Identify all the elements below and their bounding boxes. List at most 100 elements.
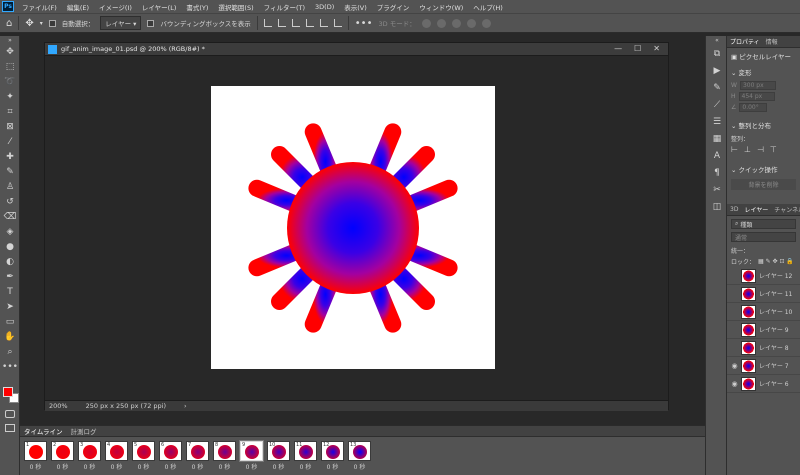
frame-thumbnail[interactable]: 7 <box>186 441 209 461</box>
transform-section-header[interactable]: ⌄ 変形 <box>727 64 800 80</box>
align-left-icon[interactable]: ⊢ <box>731 145 738 154</box>
frame-delay[interactable]: 0 秒 <box>219 462 231 471</box>
eyedropper-tool-icon[interactable]: ⁄ <box>0 134 20 149</box>
menu-layer[interactable]: レイヤー(L) <box>137 2 182 12</box>
layer-row[interactable]: レイヤー 9 <box>727 321 800 339</box>
paint-bucket-tool-icon[interactable]: ◈ <box>0 224 20 239</box>
frame-delay[interactable]: 0 秒 <box>300 462 312 471</box>
timeline-frame[interactable]: 9 0 秒 <box>240 441 263 471</box>
clone-stamp-tool-icon[interactable]: ♙ <box>0 179 20 194</box>
path-selection-tool-icon[interactable]: ➤ <box>0 299 20 314</box>
history-brush-tool-icon[interactable]: ↺ <box>0 194 20 209</box>
timeline-frame[interactable]: 6 0 秒 <box>159 441 182 471</box>
document-title-bar[interactable]: gif_anim_image_01.psd @ 200% (RGB/8#) * … <box>45 43 668 56</box>
move-tool-icon[interactable]: ✥ <box>25 18 33 29</box>
libraries-icon[interactable]: ◫ <box>706 198 728 215</box>
align-section-header[interactable]: ⌄ 整列と分布 <box>727 117 800 133</box>
brushes-icon[interactable]: ⟋ <box>706 96 728 113</box>
brush-tool-icon[interactable]: ✎ <box>0 164 20 179</box>
move-tool-icon[interactable]: ✥ <box>0 44 20 59</box>
tab-3d[interactable]: 3D <box>730 206 738 213</box>
align-right-icon[interactable] <box>333 19 342 27</box>
blend-mode-dropdown[interactable]: 通常 <box>731 232 796 242</box>
frame-delay[interactable]: 0 秒 <box>273 462 285 471</box>
character-icon[interactable]: A <box>706 147 728 164</box>
menu-type[interactable]: 書式(Y) <box>181 2 213 12</box>
frame-delay[interactable]: 0 秒 <box>84 462 96 471</box>
visibility-toggle[interactable] <box>731 290 738 297</box>
canvas-area[interactable] <box>45 56 668 400</box>
timeline-frame[interactable]: 1 0 秒 <box>24 441 47 471</box>
frame-delay[interactable]: 0 秒 <box>192 462 204 471</box>
frame-thumbnail[interactable]: 1 <box>24 441 47 461</box>
angle-field[interactable]: 0.00° <box>739 103 768 112</box>
tab-layers[interactable]: レイヤー <box>744 205 768 214</box>
frame-tool-icon[interactable]: ⊠ <box>0 119 20 134</box>
align-vertical-center-icon[interactable] <box>277 19 286 27</box>
tab-info[interactable]: 情報 <box>766 37 778 46</box>
timeline-frame[interactable]: 13 0 秒 <box>348 441 371 471</box>
menu-file[interactable]: ファイル(F) <box>17 2 62 12</box>
timeline-frame[interactable]: 7 0 秒 <box>186 441 209 471</box>
timeline-frame[interactable]: 10 0 秒 <box>267 441 290 471</box>
align-horizontal-center-icon[interactable] <box>319 19 328 27</box>
frame-delay[interactable]: 0 秒 <box>111 462 123 471</box>
more-tools-icon[interactable]: ••• <box>0 359 20 374</box>
menu-select[interactable]: 選択範囲(S) <box>213 2 258 12</box>
frame-thumbnail[interactable]: 5 <box>132 441 155 461</box>
frame-thumbnail[interactable]: 11 <box>294 441 317 461</box>
visibility-toggle[interactable] <box>731 326 738 333</box>
menu-edit[interactable]: 編集(E) <box>62 2 94 12</box>
hand-tool-icon[interactable]: ✋ <box>0 329 20 344</box>
collapse-icon[interactable]: » <box>0 36 20 44</box>
eye-icon[interactable]: ◉ <box>731 362 738 370</box>
frame-thumbnail[interactable]: 8 <box>213 441 236 461</box>
frame-thumbnail[interactable]: 4 <box>105 441 128 461</box>
timeline-frame[interactable]: 12 0 秒 <box>321 441 344 471</box>
frame-delay[interactable]: 0 秒 <box>57 462 69 471</box>
frame-delay[interactable]: 0 秒 <box>354 462 366 471</box>
auto-select-dropdown[interactable]: レイヤー ▾ <box>100 16 142 30</box>
visibility-toggle[interactable] <box>731 344 738 351</box>
eraser-tool-icon[interactable]: ⌫ <box>0 209 20 224</box>
auto-select-checkbox[interactable] <box>48 19 56 27</box>
pen-tool-icon[interactable]: ✒ <box>0 269 20 284</box>
timeline-frame[interactable]: 8 0 秒 <box>213 441 236 471</box>
frame-thumbnail[interactable]: 9 <box>240 441 263 461</box>
align-top-icon[interactable] <box>263 19 272 27</box>
rectangle-tool-icon[interactable]: ▭ <box>0 314 20 329</box>
lasso-tool-icon[interactable]: ➰ <box>0 74 20 89</box>
magic-wand-tool-icon[interactable]: ✦ <box>0 89 20 104</box>
frame-thumbnail[interactable]: 2 <box>51 441 74 461</box>
actions-play-icon[interactable]: ▶ <box>706 62 728 79</box>
marquee-tool-icon[interactable]: ⬚ <box>0 59 20 74</box>
quick-mask-icon[interactable] <box>5 410 15 418</box>
quick-actions-section-header[interactable]: ⌄ クイック操作 <box>727 161 800 177</box>
align-bottom-icon[interactable] <box>291 19 300 27</box>
align-right-icon[interactable]: ⊣ <box>757 145 764 154</box>
height-field[interactable]: 454 px <box>738 92 775 101</box>
remove-background-button[interactable]: 背景を削除 <box>731 179 796 190</box>
type-tool-icon[interactable]: T <box>0 284 20 299</box>
timeline-frame[interactable]: 4 0 秒 <box>105 441 128 471</box>
home-icon[interactable]: ⌂ <box>6 18 12 29</box>
chevron-down-icon[interactable]: ▾ <box>40 20 43 27</box>
lock-icon[interactable]: ▦ ✎ ✥ ⊡ 🔒 <box>758 258 794 265</box>
layer-row[interactable]: レイヤー 12 <box>727 267 800 285</box>
zoom-tool-icon[interactable]: ⌕ <box>0 344 20 359</box>
frame-delay[interactable]: 0 秒 <box>327 462 339 471</box>
layer-row[interactable]: レイヤー 11 <box>727 285 800 303</box>
more-options-icon[interactable]: ••• <box>355 18 373 29</box>
eye-icon[interactable]: ◉ <box>731 380 738 388</box>
color-swatches[interactable] <box>3 387 19 403</box>
align-center-icon[interactable]: ⊥ <box>744 145 751 154</box>
layer-row[interactable]: レイヤー 10 <box>727 303 800 321</box>
dodge-tool-icon[interactable]: ◐ <box>0 254 20 269</box>
frame-delay[interactable]: 0 秒 <box>165 462 177 471</box>
visibility-toggle[interactable] <box>731 272 738 279</box>
blur-tool-icon[interactable]: ● <box>0 239 20 254</box>
zoom-level[interactable]: 200% <box>49 402 68 410</box>
menu-3d[interactable]: 3D(D) <box>310 3 339 11</box>
menu-view[interactable]: 表示(V) <box>339 2 372 12</box>
menu-help[interactable]: ヘルプ(H) <box>468 2 507 12</box>
